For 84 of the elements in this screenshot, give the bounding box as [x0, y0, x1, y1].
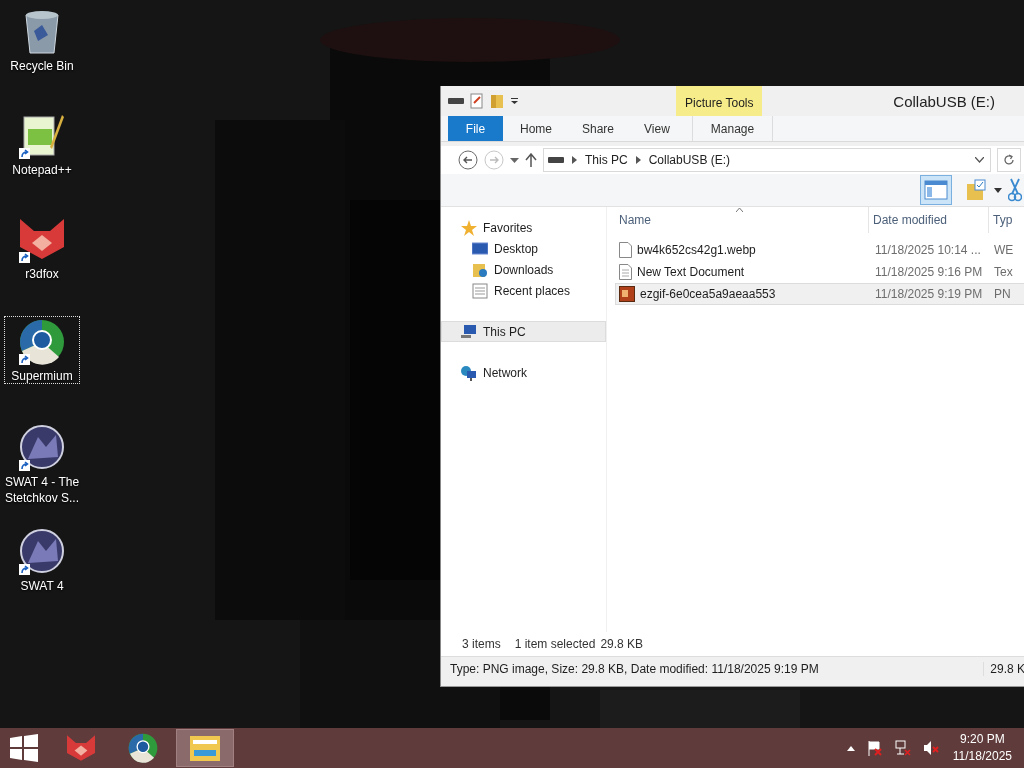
ribbon-tab[interactable]: Share	[567, 116, 630, 141]
preview-pane-button[interactable]	[920, 175, 952, 205]
fox-icon	[65, 734, 97, 762]
file-type: WE	[993, 243, 1015, 257]
text-file-icon	[619, 264, 632, 280]
folder-icon	[189, 734, 221, 762]
scissors-icon[interactable]	[1008, 178, 1022, 202]
chevron-icon[interactable]	[572, 156, 577, 164]
selection-count: 1 item selected	[514, 637, 596, 651]
file-name: ezgif-6e0cea5a9aeaa553	[640, 287, 776, 301]
details-text: Type: PNG image, Size: 29.8 KB, Date modified: 11/18/2025 9:19 PM	[450, 662, 820, 676]
desktop-shortcut[interactable]: Supermium	[4, 316, 80, 384]
volume-muted-icon[interactable]	[922, 740, 939, 756]
drive-icon	[448, 98, 464, 104]
chevron-icon[interactable]	[635, 156, 641, 164]
fox-icon	[18, 217, 66, 261]
desktop-shortcut[interactable]: SWAT 4	[0, 524, 84, 628]
star-icon	[461, 219, 477, 236]
column-header[interactable]: Typ	[989, 207, 1024, 233]
refresh-button[interactable]	[997, 148, 1021, 172]
file-name: New Text Document	[637, 265, 745, 279]
nav-item[interactable]: Network	[441, 362, 606, 383]
desktop-shortcut[interactable]: Recycle Bin	[0, 4, 84, 108]
downloads-folder-icon	[472, 261, 488, 278]
browser-icon	[19, 319, 65, 365]
ribbon-tab[interactable]: Manage	[691, 116, 774, 141]
context-tab-header: Picture Tools	[676, 86, 763, 116]
layout-icon	[924, 180, 948, 200]
windows-logo-icon	[10, 734, 38, 762]
clock[interactable]: 9:20 PM 11/18/2025	[938, 731, 1024, 765]
network-icon	[461, 364, 477, 381]
file-date: 11/18/2025 9:16 PM	[874, 265, 984, 279]
caret-icon[interactable]	[994, 187, 1002, 193]
desktop-shortcut[interactable]: Notepad++	[0, 108, 84, 212]
address-bar[interactable]: This PC CollabUSB (E:)	[543, 148, 991, 172]
nav-item[interactable]: Downloads	[441, 259, 606, 280]
back-icon[interactable]	[458, 150, 478, 170]
file-row[interactable]: bw4k652cs42g1.webp 11/18/2025 10:14 ... WE	[615, 239, 1024, 261]
refresh-icon	[1003, 154, 1015, 166]
file-name: bw4k652cs42g1.webp	[637, 243, 756, 257]
file-type: PN	[993, 287, 1012, 301]
monitor-icon	[472, 241, 488, 256]
browser-icon	[128, 733, 158, 763]
ribbon-tab[interactable]: File	[448, 116, 503, 141]
network-icon[interactable]	[894, 740, 911, 756]
breadcrumb[interactable]: CollabUSB (E:)	[648, 153, 731, 167]
computer-icon	[461, 323, 477, 340]
flag-icon[interactable]	[866, 740, 883, 756]
up-arrow-icon[interactable]	[525, 153, 537, 167]
date: 11/18/2025	[952, 748, 1012, 765]
file-row[interactable]: New Text Document 11/18/2025 9:16 PM Tex	[615, 261, 1024, 283]
column-header[interactable]: Date modified	[869, 207, 989, 233]
dropdown-icon[interactable]	[975, 157, 984, 163]
file-row[interactable]: ezgif-6e0cea5a9aeaa553 11/18/2025 9:19 PM PN	[615, 283, 1024, 305]
time: 9:20 PM	[960, 731, 1005, 748]
recent-places-icon	[472, 282, 488, 299]
nav-item[interactable]: Desktop	[441, 238, 606, 259]
nav-item[interactable]: Favorites	[441, 217, 606, 238]
desktop-shortcut[interactable]: SWAT 4 - The Stetchkov S...	[0, 420, 84, 524]
image-file-icon	[619, 286, 635, 302]
game-icon	[20, 425, 64, 469]
drive-icon	[548, 157, 564, 163]
selection-size: 29.8 KB	[600, 637, 644, 651]
file-date: 11/18/2025 9:19 PM	[874, 287, 984, 301]
desktop-shortcut[interactable]: r3dfox	[0, 212, 84, 316]
ribbon-tab[interactable]: View	[629, 116, 685, 141]
tray-expand-icon[interactable]	[846, 745, 855, 751]
folder-check-icon[interactable]	[966, 179, 988, 201]
blank-file-icon	[619, 242, 632, 258]
column-header[interactable]: Name	[615, 207, 869, 233]
file-date: 11/18/2025 10:14 ...	[874, 243, 982, 257]
taskbar-app[interactable]	[176, 729, 234, 767]
file-type: Tex	[993, 265, 1014, 279]
breadcrumb[interactable]: This PC	[585, 153, 628, 167]
ribbon-tab[interactable]: Home	[505, 116, 567, 141]
caret-icon[interactable]	[510, 157, 519, 163]
nav-item[interactable]: Recent places	[441, 280, 606, 301]
caret-icon[interactable]	[510, 97, 519, 105]
window-title: CollabUSB (E:)	[893, 92, 995, 110]
properties-icon[interactable]	[470, 93, 484, 109]
item-count: 3 items	[462, 637, 501, 651]
game-icon	[20, 529, 64, 573]
nav-item[interactable]: This PC	[441, 321, 606, 342]
details-size: 29.8 K	[983, 662, 1024, 676]
